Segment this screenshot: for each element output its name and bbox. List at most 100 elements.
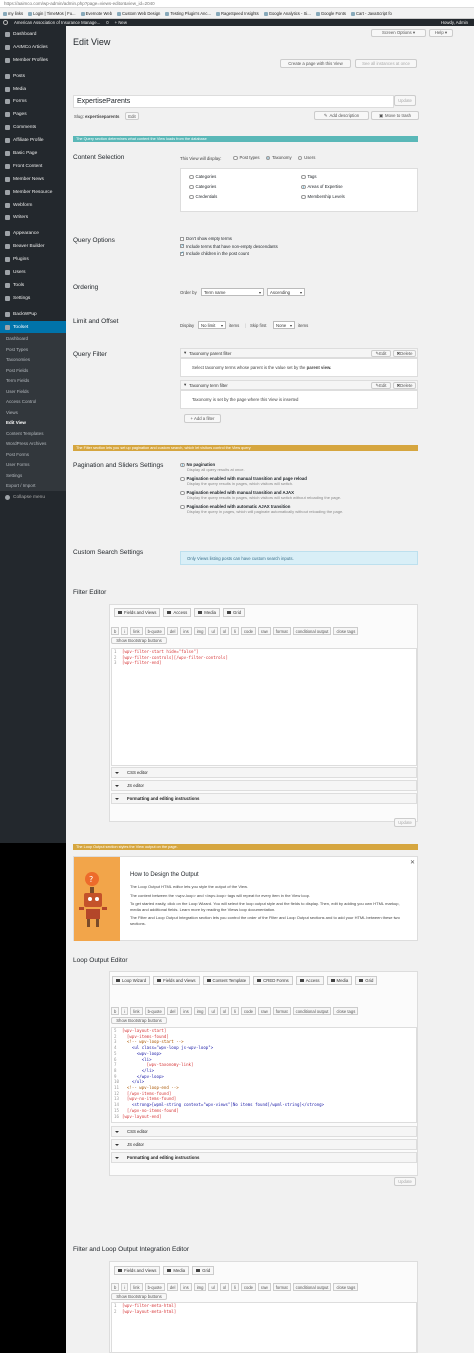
format-button-del[interactable]: del (166, 627, 179, 635)
editor-tab-grid[interactable]: Grid (192, 1266, 215, 1275)
display-option-users[interactable]: Users (297, 155, 315, 161)
update-title-button[interactable]: Update (394, 95, 416, 106)
taxonomy-option[interactable]: Categories (189, 174, 217, 180)
format-button-format[interactable]: format (272, 627, 291, 635)
format-button-ul[interactable]: ul (208, 1007, 218, 1015)
display-option-post-types[interactable]: Post types (233, 155, 260, 161)
delete-filter-1-button[interactable]: ✖ Delete (393, 350, 416, 357)
edit-filter-1-button[interactable]: ✎ Edit (371, 350, 391, 357)
format-button-link[interactable]: link (130, 1007, 143, 1015)
format-button-del[interactable]: del (166, 1007, 179, 1015)
show-bootstrap-button-1[interactable]: Show Bootstrap buttons (111, 637, 167, 644)
format-button-img[interactable]: img (193, 627, 207, 635)
format-button-li[interactable]: li (231, 1007, 239, 1015)
sidebar-item-webform[interactable]: Webform (0, 199, 66, 212)
format-button-code[interactable]: code (240, 1283, 256, 1291)
submenu-item-settings[interactable]: Settings (0, 470, 66, 481)
bookmark-item[interactable]: Google Fonts (315, 11, 346, 16)
format-button-i[interactable]: i (121, 1283, 129, 1291)
format-button-close-tags[interactable]: close tags (333, 627, 359, 635)
editor-tab-fields-and-views[interactable]: Fields and Views (114, 1266, 161, 1275)
create-page-button[interactable]: Create a page with this View (280, 59, 351, 68)
format-button-ul[interactable]: ul (208, 1283, 218, 1291)
format-button-b[interactable]: b (111, 1007, 120, 1015)
integration-code-editor[interactable]: 1 [wpv-filter-meta-html] 2 [wpv-layout-meta… (111, 1302, 417, 1353)
view-title-input[interactable]: ExpertiseParents (73, 95, 394, 108)
format-button-i[interactable]: i (121, 1007, 129, 1015)
submenu-item-access-control[interactable]: Access Control (0, 396, 66, 407)
display-option-taxonomy[interactable]: Taxonomy (265, 155, 292, 161)
sidebar-item-media[interactable]: Media (0, 83, 66, 96)
format-button-conditional-output[interactable]: conditional output (292, 627, 332, 635)
sidebar-item-users[interactable]: Users (0, 266, 66, 279)
sidebar-item-beaver-builder[interactable]: Beaver Builder (0, 240, 66, 253)
sidebar-item-tools[interactable]: Tools (0, 279, 66, 292)
taxonomy-option[interactable]: Categories (189, 184, 217, 190)
see-all-instances-button[interactable]: See all instances at once (355, 59, 417, 68)
editor-tab-media[interactable]: Media (194, 608, 220, 617)
wordpress-logo-icon[interactable] (3, 20, 8, 25)
update-loop-button[interactable]: Update (394, 1177, 416, 1186)
sidebar-item-affiliate-profile[interactable]: Affiliate Profile (0, 134, 66, 147)
format-button-b-quote[interactable]: b-quote (144, 627, 165, 635)
submenu-item-export-import[interactable]: Export / Import (0, 480, 66, 491)
format-button-raw[interactable]: raw (257, 1283, 271, 1291)
taxonomy-option[interactable]: Membership Levels (301, 194, 345, 200)
sidebar-item-dashboard[interactable]: Dashboard (0, 28, 66, 41)
formatting-instructions-toggle-2[interactable]: Formatting and editing instructions (111, 1152, 417, 1163)
submenu-item-dashboard[interactable]: Dashboard (0, 333, 66, 344)
css-editor-toggle-2[interactable]: CSS editor (111, 1126, 417, 1137)
bookmark-item[interactable]: Login | TimeMos | Fu... (28, 11, 76, 16)
help-button[interactable]: Help ▾ (429, 29, 453, 37)
submenu-item-content-templates[interactable]: Content Templates (0, 428, 66, 439)
format-button-img[interactable]: img (193, 1007, 207, 1015)
format-button-del[interactable]: del (166, 1283, 179, 1291)
pagination-option[interactable]: No pagination Display all query results a… (180, 462, 343, 472)
editor-tab-access[interactable]: Access (295, 976, 324, 985)
format-button-link[interactable]: link (130, 627, 143, 635)
pagination-option[interactable]: Pagination enabled with manual transitio… (180, 490, 343, 500)
sidebar-item-front-content[interactable]: Front Content (0, 160, 66, 173)
format-button-link[interactable]: link (130, 1283, 143, 1291)
query-option-checkbox[interactable]: Include terms that have non-empty descen… (180, 243, 278, 249)
format-button-b-quote[interactable]: b-quote (144, 1007, 165, 1015)
submenu-item-wordpress-archives[interactable]: WordPress Archives (0, 438, 66, 449)
format-button-raw[interactable]: raw (257, 1007, 271, 1015)
query-option-checkbox[interactable]: Include children in the post count (180, 250, 278, 256)
query-option-checkbox[interactable]: Don't show empty terms (180, 236, 278, 241)
format-button-ins[interactable]: ins (180, 1283, 192, 1291)
bookmark-item[interactable]: my links (3, 11, 23, 16)
add-description-button[interactable]: ✎ Add description (314, 111, 369, 120)
comments-count[interactable]: 0 (106, 20, 108, 25)
sidebar-item-pages[interactable]: Pages (0, 108, 66, 121)
format-button-b[interactable]: b (111, 1283, 120, 1291)
screen-options-button[interactable]: Screen Options ▾ (371, 29, 426, 37)
editor-tab-access[interactable]: Access (163, 608, 192, 617)
format-button-conditional-output[interactable]: conditional output (292, 1283, 332, 1291)
submenu-item-term-fields[interactable]: Term Fields (0, 375, 66, 386)
bookmark-item[interactable]: Evernote Web (80, 11, 112, 16)
format-button-conditional-output[interactable]: conditional output (292, 1007, 332, 1015)
js-editor-toggle-2[interactable]: JS editor (111, 1139, 417, 1150)
update-filter-button[interactable]: Update (394, 818, 416, 827)
bookmark-item[interactable]: Google Analytics - Si... (263, 11, 311, 16)
format-button-li[interactable]: li (231, 627, 239, 635)
edit-slug-button[interactable]: Edit (125, 112, 139, 120)
submenu-item-post-forms[interactable]: Post Forms (0, 449, 66, 460)
limit-select[interactable]: No limit (198, 321, 226, 329)
show-bootstrap-button-2[interactable]: Show Bootstrap buttons (111, 1017, 167, 1024)
editor-tab-loop-wizard[interactable]: Loop Wizard (112, 976, 151, 985)
format-button-ol[interactable]: ol (219, 627, 230, 635)
format-button-close-tags[interactable]: close tags (333, 1283, 359, 1291)
formatting-instructions-toggle-1[interactable]: Formatting and editing instructions (111, 793, 417, 804)
bookmark-item[interactable]: Testing Plugin's Anc... (165, 11, 211, 16)
format-button-ins[interactable]: ins (180, 1007, 192, 1015)
css-editor-toggle-1[interactable]: CSS editor (111, 767, 417, 778)
delete-filter-2-button[interactable]: ✖ Delete (393, 382, 416, 389)
format-button-img[interactable]: img (193, 1283, 207, 1291)
order-direction-select[interactable]: Ascending (267, 288, 305, 296)
submenu-item-views[interactable]: Views (0, 407, 66, 418)
sidebar-item-forms[interactable]: Forms (0, 95, 66, 108)
format-button-b-quote[interactable]: b-quote (144, 1283, 165, 1291)
show-bootstrap-button-3[interactable]: Show Bootstrap buttons (111, 1293, 167, 1300)
